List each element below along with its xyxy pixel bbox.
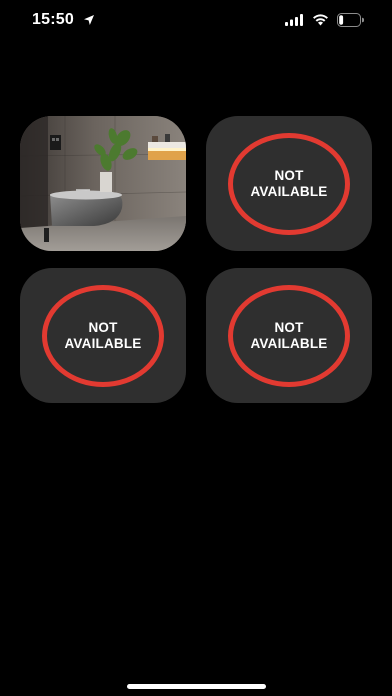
bathroom-toilet-photo [20, 116, 186, 251]
not-available-label: NOT AVAILABLE [20, 320, 186, 352]
not-available-label: NOT AVAILABLE [206, 168, 372, 200]
not-available-tile[interactable]: NOT AVAILABLE [206, 268, 372, 403]
status-time: 15:50 [32, 11, 74, 28]
location-arrow-icon [84, 15, 94, 25]
not-available-tile[interactable]: NOT AVAILABLE [206, 116, 372, 251]
battery-icon [337, 13, 364, 27]
status-bar: 15:50 [0, 0, 392, 44]
not-available-line-1: NOT [274, 319, 304, 335]
cellular-signal-icon [285, 14, 303, 26]
not-available-tile[interactable]: NOT AVAILABLE [20, 268, 186, 403]
not-available-line-2: AVAILABLE [250, 335, 328, 351]
bathroom-photo-tile[interactable] [20, 116, 186, 251]
wifi-icon [313, 14, 328, 26]
not-available-line-2: AVAILABLE [250, 183, 328, 199]
not-available-label: NOT AVAILABLE [206, 320, 372, 352]
not-available-line-1: NOT [88, 319, 118, 335]
not-available-line-2: AVAILABLE [64, 335, 142, 351]
not-available-line-1: NOT [274, 167, 304, 183]
home-indicator[interactable] [127, 684, 266, 689]
